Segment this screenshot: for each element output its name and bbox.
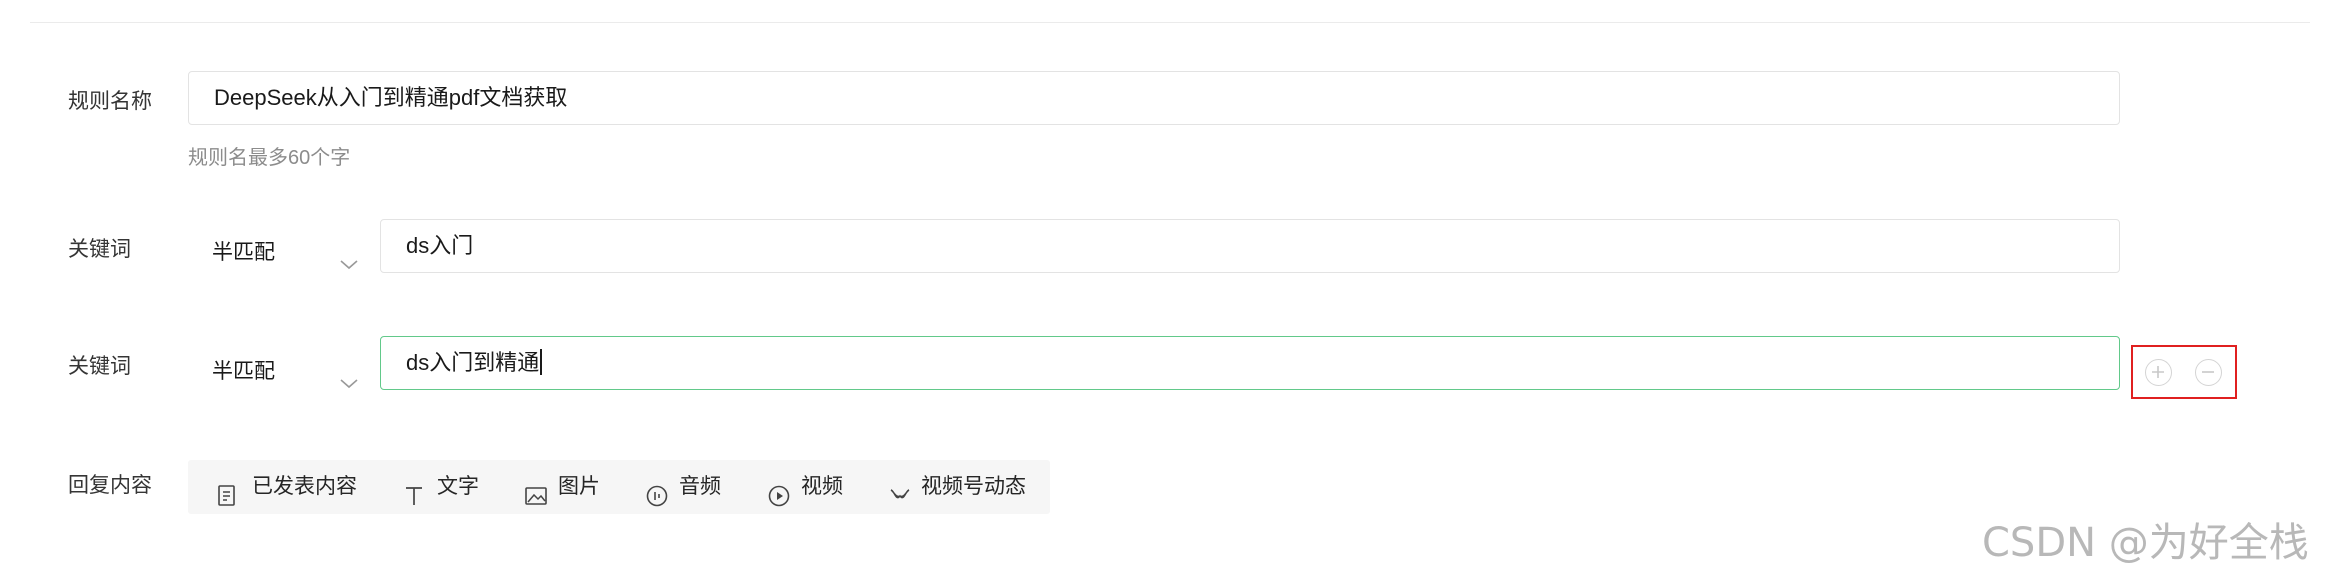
keyword-input-2[interactable]: ds入门到精通 (380, 336, 2120, 390)
rule-name-label: 规则名称 (68, 90, 152, 113)
video-icon (767, 475, 791, 529)
keyword-value-1: ds入门 (406, 233, 474, 258)
match-mode-value-2: 半匹配 (212, 360, 275, 383)
keyword-controls-highlight (2131, 345, 2237, 399)
match-mode-value-1: 半匹配 (212, 241, 275, 264)
remove-keyword-button[interactable] (2195, 359, 2222, 386)
reply-item-label: 音频 (679, 475, 721, 498)
reply-item-label: 视频号动态 (921, 475, 1026, 498)
match-mode-select-2[interactable]: 半匹配 (188, 345, 366, 399)
chevron-down-icon (338, 242, 360, 270)
reply-item-label: 图片 (558, 475, 600, 498)
keyword-label-1: 关键词 (68, 238, 131, 261)
audio-icon (645, 475, 669, 529)
reply-type-bar: 已发表内容 文字 图片 音频 视频 视频号动态 (188, 460, 1050, 514)
match-mode-select-1[interactable]: 半匹配 (188, 226, 366, 280)
reply-item-label: 文字 (437, 475, 479, 498)
top-divider (30, 22, 2310, 23)
reply-content-label: 回复内容 (68, 474, 152, 497)
rule-name-input[interactable]: DeepSeek从入门到精通pdf文档获取 (188, 71, 2120, 125)
keyword-label-2: 关键词 (68, 355, 131, 378)
add-keyword-button[interactable] (2145, 359, 2172, 386)
document-icon (216, 475, 238, 529)
channels-icon (888, 475, 912, 529)
rule-name-value: DeepSeek从入门到精通pdf文档获取 (214, 85, 568, 110)
reply-item-label: 视频 (801, 475, 843, 498)
image-icon (524, 475, 548, 529)
text-icon (403, 475, 425, 529)
reply-item-label: 已发表内容 (252, 475, 357, 498)
watermark: CSDN @为好全栈 (1982, 520, 2309, 566)
chevron-down-icon (338, 361, 360, 389)
text-caret (540, 349, 542, 376)
keyword-value-2: ds入门到精通 (406, 350, 540, 375)
keyword-input-1[interactable]: ds入门 (380, 219, 2120, 273)
rule-name-hint: 规则名最多60个字 (188, 147, 351, 169)
